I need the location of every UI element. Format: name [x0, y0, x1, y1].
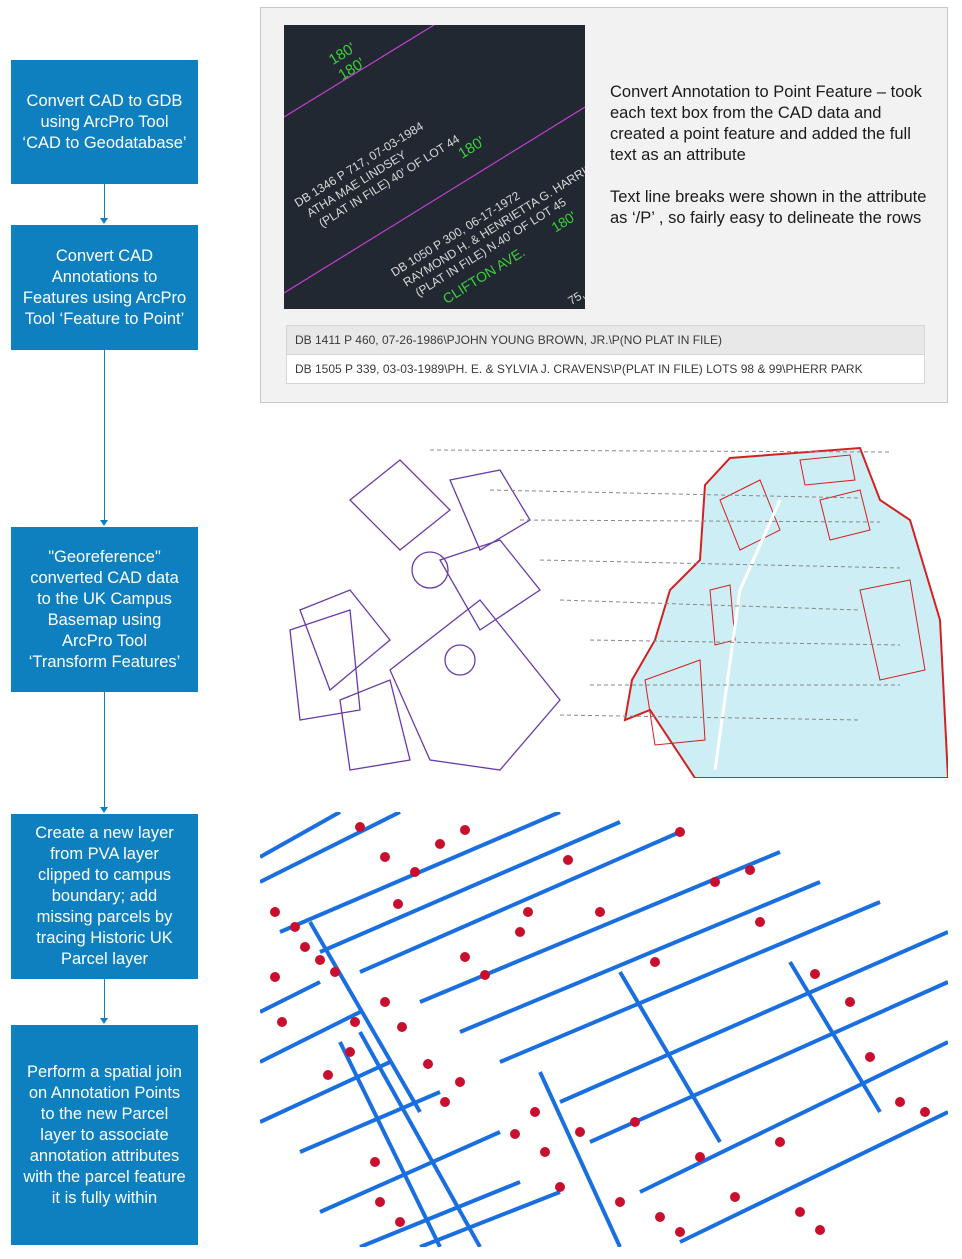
step-spatial-join: Perform a spatial join on Annotation Poi… [11, 1025, 198, 1245]
attribute-table: DB 1411 P 460, 07-26-1986\PJOHN YOUNG BR… [286, 325, 925, 384]
step-create-parcel-layer: Create a new layer from PVA layer clippe… [11, 814, 198, 979]
parcel-layer [260, 812, 948, 1247]
annotation-point [650, 957, 660, 967]
annotation-point [290, 922, 300, 932]
annotation-point [895, 1097, 905, 1107]
annotation-point [370, 1157, 380, 1167]
annotation-point [423, 1059, 433, 1069]
annotation-point [655, 1212, 665, 1222]
annotation-point [375, 1197, 385, 1207]
annotation-point [397, 1022, 407, 1032]
annotation-point [575, 1127, 585, 1137]
annotation-point [345, 1047, 355, 1057]
annotation-point [410, 867, 420, 877]
annotation-point [395, 1217, 405, 1227]
step-label: Convert CAD to GDB using ArcPro Tool ‘CA… [22, 91, 187, 152]
annotation-point [393, 899, 403, 909]
annotation-point [845, 997, 855, 1007]
georeference-map [260, 440, 950, 779]
annotation-point [510, 1129, 520, 1139]
annotation-text: 75, 03-0 [565, 273, 585, 308]
cad-drawing: 180' 180' DB 1346 P 717, 07-03-1984 ATHA… [284, 25, 585, 308]
annotation-point [810, 969, 820, 979]
annotation-point [710, 877, 720, 887]
annotation-point [920, 1107, 930, 1117]
annotation-point [270, 972, 280, 982]
step-label: "Georeference" converted CAD data to the… [28, 547, 181, 671]
connector-3 [104, 692, 105, 807]
annotation-point [630, 1117, 640, 1127]
cad-annotation-view: 180' 180' DB 1346 P 717, 07-03-1984 ATHA… [284, 25, 585, 309]
annotation-point [675, 827, 685, 837]
source-cad-parcels [289, 459, 561, 771]
connector-1 [104, 184, 105, 218]
annotation-point [755, 917, 765, 927]
annotation-point [455, 1077, 465, 1087]
step-label: Convert CAD Annotations to Features usin… [22, 246, 187, 328]
annotation-panel: 180' 180' DB 1346 P 717, 07-03-1984 ATHA… [260, 7, 948, 403]
annotation-point [315, 955, 325, 965]
annotation-point [330, 967, 340, 977]
annotation-point [350, 1017, 360, 1027]
down-arrow-icon [100, 1018, 108, 1024]
georeference-drawing [289, 446, 950, 779]
annotation-point [523, 907, 533, 917]
panel-description: Convert Annotation to Point Feature – to… [610, 82, 930, 250]
step-cad-to-gdb: Convert CAD to GDB using ArcPro Tool ‘CA… [11, 60, 198, 184]
annotation-point [815, 1225, 825, 1235]
annotation-point [460, 825, 470, 835]
annotation-point [323, 1070, 333, 1080]
step-label: Create a new layer from PVA layer clippe… [35, 824, 174, 968]
annotation-point [355, 822, 365, 832]
annotation-point [775, 1137, 785, 1147]
annotation-point [615, 1197, 625, 1207]
annotation-point [595, 907, 605, 917]
parcel-drawing [260, 812, 948, 1247]
annotation-point [795, 1207, 805, 1217]
annotation-point [460, 952, 470, 962]
connector-4 [104, 979, 105, 1018]
down-arrow-icon [100, 520, 108, 526]
step-label: Perform a spatial join on Annotation Poi… [23, 1062, 186, 1207]
annotation-point [380, 997, 390, 1007]
step-georeference: "Georeference" converted CAD data to the… [11, 527, 198, 692]
table-row[interactable]: DB 1505 P 339, 03-03-1989\PH. E. & SYLVI… [287, 355, 924, 383]
down-arrow-icon [100, 807, 108, 813]
annotation-point [435, 839, 445, 849]
description-paragraph: Text line breaks were shown in the attri… [610, 188, 927, 227]
parcel-points-map [260, 812, 948, 1247]
annotation-point [540, 1147, 550, 1157]
annotation-point [730, 1192, 740, 1202]
annotation-point [865, 1052, 875, 1062]
annotation-point [480, 970, 490, 980]
annotation-point [563, 855, 573, 865]
annotation-point [675, 1227, 685, 1237]
description-paragraph: Convert Annotation to Point Feature – to… [610, 83, 922, 164]
annotation-point [270, 907, 280, 917]
down-arrow-icon [100, 218, 108, 224]
annotation-point [380, 852, 390, 862]
campus-basemap-area [623, 446, 950, 779]
annotation-point [745, 865, 755, 875]
annotation-point [300, 942, 310, 952]
step-feature-to-point: Convert CAD Annotations to Features usin… [11, 225, 198, 350]
annotation-point [555, 1182, 565, 1192]
connector-2 [104, 350, 105, 520]
annotation-point [277, 1017, 287, 1027]
annotation-point [440, 1097, 450, 1107]
annotation-point [695, 1152, 705, 1162]
annotation-point [515, 927, 525, 937]
table-row[interactable]: DB 1411 P 460, 07-26-1986\PJOHN YOUNG BR… [287, 326, 924, 355]
dimension-label: 180' [455, 133, 488, 162]
annotation-point [530, 1107, 540, 1117]
